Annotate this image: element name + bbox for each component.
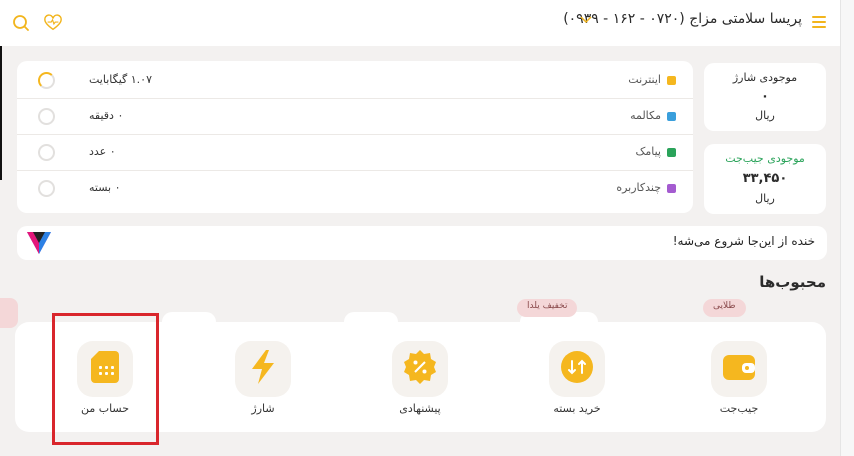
shortcut-label: پیشنهادی <box>399 402 441 415</box>
wallet-balance-value: ۳۳,۴۵۰ <box>742 171 788 186</box>
chevron-down-icon[interactable] <box>580 14 592 28</box>
tile-background <box>392 341 448 397</box>
multiuser-color-dot <box>667 184 676 193</box>
promo-banner[interactable]: خنده از این‌جا شروع می‌شه! <box>17 226 827 260</box>
usage-value: ۱.۰۷ گیگابایت <box>89 73 152 86</box>
shortcut-label: شارژ <box>251 402 275 415</box>
lightning-icon <box>249 349 277 389</box>
shortcut-buy-package[interactable]: خرید بسته <box>547 341 607 421</box>
sms-color-dot <box>667 148 676 157</box>
tag-golden: طلایی <box>703 299 746 317</box>
shortcut-label: خرید بسته <box>553 402 601 415</box>
discount-badge-icon <box>402 349 438 389</box>
usage-row-internet[interactable]: اینترنت ۱.۰۷ گیگابایت <box>17 63 693 99</box>
shortcut-wallet[interactable]: جیب‌جت <box>709 341 769 421</box>
charge-balance-card[interactable]: موجودی شارژ ۰ ریال <box>704 63 826 131</box>
charge-balance-unit: ریال <box>755 109 775 122</box>
left-edge-divider <box>0 46 2 180</box>
internet-color-dot <box>667 76 676 85</box>
usage-progress-ring <box>38 108 55 125</box>
usage-row-sms[interactable]: پیامک ۰ عدد <box>17 135 693 171</box>
highlight-box <box>52 313 159 445</box>
favorites-title: محبوب‌ها <box>759 273 826 291</box>
account-title[interactable]: پریسا سلامتی مزاج (۰۷۲۰ - ۱۶۲ - ۰۹۳۹) <box>563 11 802 27</box>
shortcut-offers[interactable]: پیشنهادی <box>390 341 450 421</box>
tile-background <box>711 341 767 397</box>
brand-logo-icon <box>27 232 51 258</box>
usage-label: چندکاربره <box>616 181 661 194</box>
usage-label: مکالمه <box>630 109 661 122</box>
usage-progress-ring <box>38 180 55 197</box>
tile-background <box>235 341 291 397</box>
wallet-balance-card[interactable]: موجودی جیب‌جت ۳۳,۴۵۰ ریال <box>704 144 826 214</box>
usage-value: ۰ عدد <box>89 145 116 158</box>
menu-icon[interactable] <box>812 16 826 28</box>
tile-background <box>549 341 605 397</box>
page-scrollbar[interactable] <box>840 0 854 456</box>
wallet-icon <box>722 352 756 386</box>
banner-text: خنده از این‌جا شروع می‌شه! <box>672 234 815 248</box>
calls-color-dot <box>667 112 676 121</box>
buy-package-icon <box>560 350 594 388</box>
shortcut-label: جیب‌جت <box>719 402 759 415</box>
usage-value: ۰ دقیقه <box>89 109 124 122</box>
shortcut-charge[interactable]: شارژ <box>233 341 293 421</box>
usage-value: ۰ بسته <box>89 181 121 194</box>
carousel-card-edge <box>0 298 18 328</box>
usage-label: اینترنت <box>628 73 661 86</box>
usage-row-multiuser[interactable]: چندکاربره ۰ بسته <box>17 171 693 207</box>
wallet-balance-label: موجودی جیب‌جت <box>725 152 805 165</box>
search-icon[interactable] <box>10 12 32 34</box>
wallet-balance-unit: ریال <box>755 192 775 205</box>
charge-balance-value: ۰ <box>761 89 769 104</box>
tag-yalda-discount: تخفیف یلدا <box>517 299 578 317</box>
usage-label: پیامک <box>635 145 661 158</box>
heart-pulse-icon[interactable] <box>42 12 64 34</box>
usage-progress-ring <box>38 72 55 89</box>
usage-progress-ring <box>38 144 55 161</box>
usage-row-calls[interactable]: مکالمه ۰ دقیقه <box>17 99 693 135</box>
usage-summary: اینترنت ۱.۰۷ گیگابایت مکالمه ۰ دقیقه پیا… <box>17 61 693 213</box>
charge-balance-label: موجودی شارژ <box>732 71 798 84</box>
